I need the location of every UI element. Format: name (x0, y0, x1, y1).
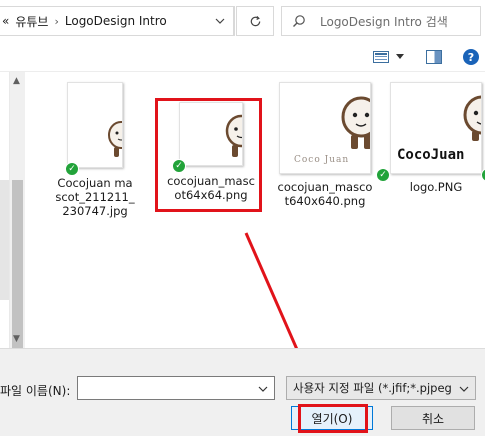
file-type-select[interactable]: 사용자 지정 파일 (*.jfif;*.pjpeg (286, 376, 476, 400)
file-name-label: 파일 이름(N): (0, 384, 71, 398)
chevron-down-icon[interactable] (459, 386, 469, 392)
cancel-button[interactable]: 취소 (391, 406, 475, 430)
file-dialog-footer: 파일 이름(N): 사용자 지정 파일 (*.jfif;*.pjpeg 열기(O… (0, 348, 485, 436)
highlight-box-open-button (298, 404, 368, 433)
file-name-input[interactable] (77, 376, 275, 400)
file-type-value: 사용자 지정 파일 (*.jfif;*.pjpeg (293, 381, 452, 395)
chevron-down-icon[interactable] (258, 386, 268, 392)
